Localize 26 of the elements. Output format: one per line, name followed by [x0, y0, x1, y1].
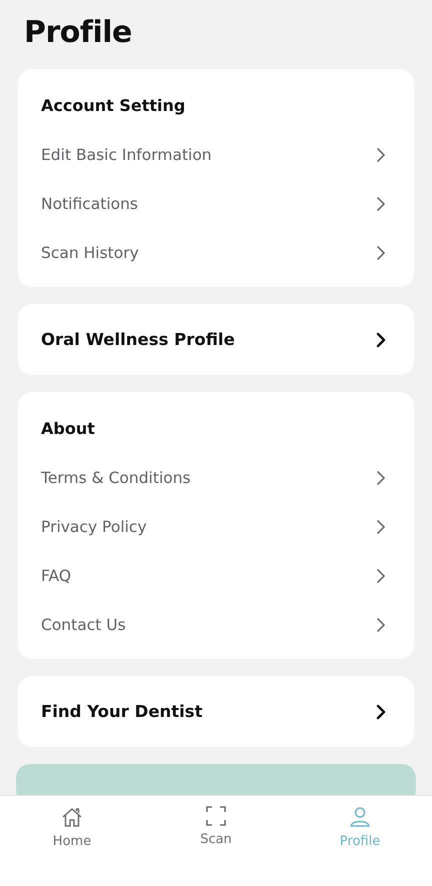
page-title: Profile	[24, 15, 132, 50]
home-icon	[60, 806, 83, 828]
chevron-right-icon	[376, 146, 386, 162]
menu-item[interactable]: Privacy Policy	[18, 502, 414, 551]
menu-item[interactable]: Contact Us	[18, 600, 414, 649]
scan-icon	[206, 806, 226, 826]
menu-item[interactable]: Edit Basic Information	[18, 130, 414, 179]
nav-tab[interactable]: Scan	[200, 806, 232, 847]
chevron-right-icon	[376, 518, 386, 534]
menu-card[interactable]: Oral Wellness Profile	[18, 304, 414, 375]
person-icon	[348, 806, 371, 828]
menu-item[interactable]: Scan History	[18, 228, 414, 277]
section-heading: Account Setting	[41, 96, 186, 115]
chevron-right-icon	[376, 470, 386, 486]
chevron-right-icon	[376, 196, 386, 212]
chevron-right-icon	[376, 332, 386, 348]
chevron-right-icon	[376, 704, 386, 720]
chevron-right-icon	[376, 568, 386, 584]
menu-card[interactable]: Find Your Dentist	[18, 676, 414, 747]
nav-tab[interactable]: Home	[52, 806, 92, 849]
chevron-right-icon	[376, 244, 386, 260]
menu-item[interactable]: FAQ	[18, 551, 414, 600]
menu-item[interactable]: Notifications	[18, 179, 414, 228]
chevron-right-icon	[376, 616, 386, 632]
menu-item[interactable]: Terms & Conditions	[18, 453, 414, 502]
section-heading: About	[41, 419, 95, 438]
